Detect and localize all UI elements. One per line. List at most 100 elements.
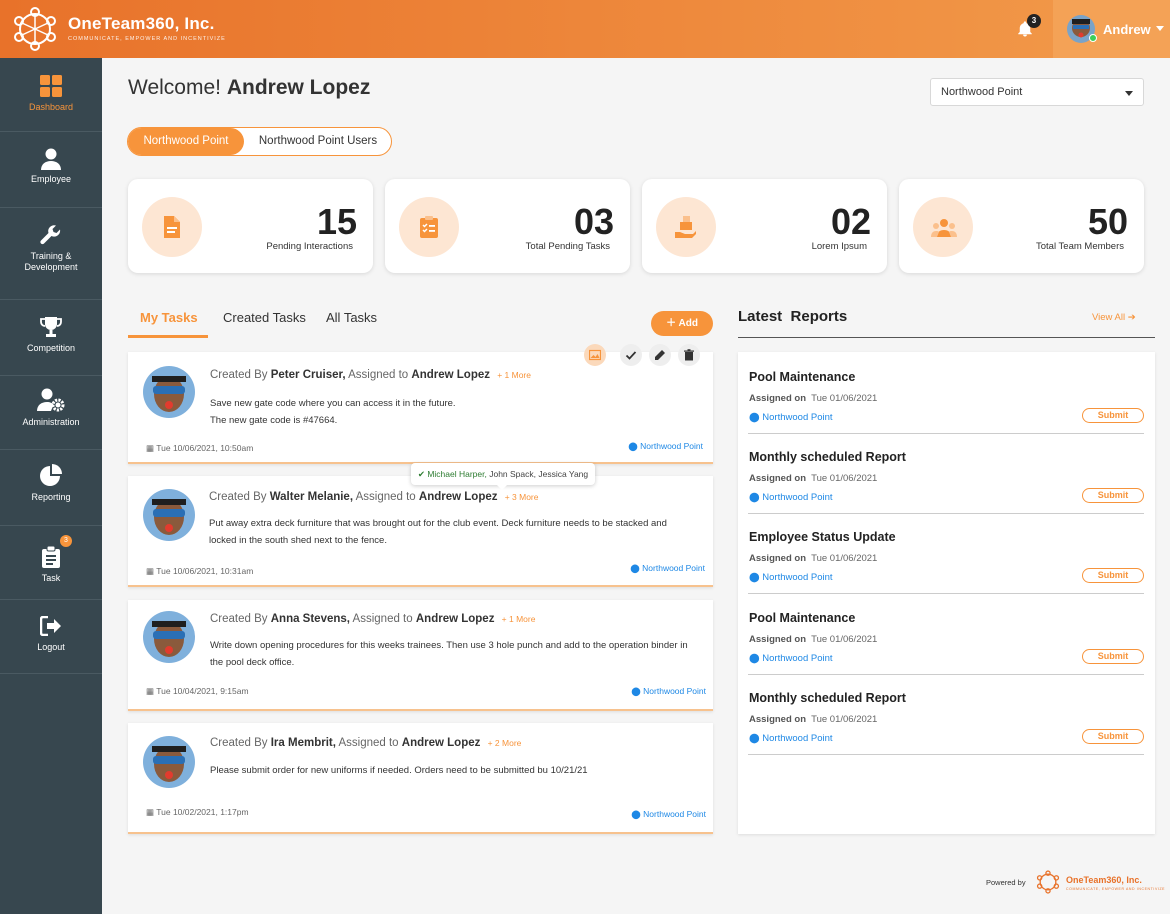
report-item[interactable]: Employee Status Update Assigned on Tue 0… (748, 514, 1144, 594)
sidebar-item-competition[interactable]: Competition (0, 300, 102, 376)
more-assignees-label: 2 More (494, 738, 522, 748)
report-item[interactable]: Monthly scheduled Report Assigned on Tue… (748, 675, 1144, 755)
tab-all-tasks[interactable]: All Tasks (326, 310, 377, 325)
task-assignee: Andrew Lopez (415, 613, 495, 625)
more-assignees-link[interactable]: + 3 More (505, 492, 539, 502)
delete-task-button[interactable] (678, 344, 700, 366)
tab-my-tasks[interactable]: My Tasks (140, 310, 198, 325)
reports-title: Latest Reports (738, 308, 848, 325)
more-assignees-link[interactable]: + 2 More (488, 738, 522, 748)
calendar-icon: ▦ (146, 807, 157, 817)
sidebar-item-logout[interactable]: Logout (0, 600, 102, 674)
report-assigned-date: Tue 01/06/2021 (811, 393, 878, 404)
report-location[interactable]: ⬤ Northwood Point (749, 653, 833, 664)
report-item[interactable]: Monthly scheduled Report Assigned on Tue… (748, 434, 1144, 514)
task-location[interactable]: ⬤ Northwood Point (631, 686, 706, 697)
submit-report-button[interactable]: Submit (1082, 488, 1144, 503)
view-all-link[interactable]: View All ➔ (1092, 312, 1136, 323)
sidebar-item-dashboard[interactable]: Dashboard (0, 58, 102, 132)
task-location[interactable]: ⬤ Northwood Point (631, 809, 706, 820)
segment-location[interactable]: Northwood Point (128, 128, 244, 155)
sidebar-item-employee[interactable]: Employee (0, 132, 102, 208)
trophy-icon (40, 317, 62, 337)
submit-report-button[interactable]: Submit (1082, 568, 1144, 583)
sidebar-item-administration[interactable]: Administration (0, 376, 102, 450)
avatar (143, 489, 195, 541)
more-assignees-link[interactable]: + 1 More (497, 370, 531, 380)
task-created-by-prefix: Created By (210, 369, 268, 381)
chevron-down-icon (1125, 91, 1133, 96)
stat-card-lorem-ipsum[interactable]: 02 Lorem Ipsum (642, 179, 887, 273)
report-assigned-date: Tue 01/06/2021 (811, 714, 878, 725)
oneteam-logo[interactable] (12, 6, 58, 52)
task-location[interactable]: ⬤ Northwood Point (630, 563, 705, 574)
task-location[interactable]: ⬤ Northwood Point (628, 441, 703, 452)
location-pin-icon: ⬤ (628, 441, 641, 451)
calendar-icon: ▦ (146, 566, 157, 576)
location-pin-icon: ⬤ (749, 412, 763, 423)
report-assigned-label: Assigned on (749, 634, 807, 645)
wrench-icon (40, 225, 61, 245)
task-card[interactable]: Created By Anna Stevens, Assigned to And… (128, 600, 713, 711)
report-item[interactable]: Pool Maintenance Assigned on Tue 01/06/2… (748, 595, 1144, 675)
task-description: Please submit order for new uniforms if … (210, 765, 588, 776)
sidebar-item-training[interactable]: Training & Development (0, 208, 102, 300)
task-location-text: Northwood Point (643, 809, 706, 819)
location-pin-icon: ⬤ (749, 572, 763, 583)
hand-boxes-icon (675, 216, 696, 238)
report-item[interactable]: Pool Maintenance Assigned on Tue 01/06/2… (748, 354, 1144, 434)
report-assigned: Assigned on Tue 01/06/2021 (749, 473, 877, 484)
submit-report-button[interactable]: Submit (1082, 649, 1144, 664)
submit-report-button[interactable]: Submit (1082, 408, 1144, 423)
task-description: Save new gate code where you can access … (210, 398, 456, 426)
task-created-by-prefix: Created By (210, 613, 268, 625)
image-icon (589, 349, 601, 361)
sidebar-item-task[interactable]: 3 Task (0, 526, 102, 600)
task-header: Created By Peter Cruiser, Assigned to An… (210, 369, 531, 381)
complete-task-button[interactable] (620, 344, 642, 366)
stat-value: 03 (573, 201, 614, 242)
report-location-text: Northwood Point (762, 412, 833, 423)
image-action-button[interactable] (584, 344, 606, 366)
add-task-label: Add (678, 318, 698, 329)
report-location[interactable]: ⬤ Northwood Point (749, 572, 833, 583)
segment-location-users[interactable]: Northwood Point Users (244, 128, 392, 155)
task-card[interactable]: Created By Peter Cruiser, Assigned to An… (128, 352, 713, 464)
task-date: ▦ Tue 10/04/2021, 9:15am (146, 686, 249, 697)
report-location[interactable]: ⬤ Northwood Point (749, 733, 833, 744)
submit-report-button[interactable]: Submit (1082, 729, 1144, 744)
reports-divider (738, 337, 1155, 338)
location-select[interactable]: Northwood Point (930, 78, 1144, 106)
task-header: Created By Anna Stevens, Assigned to And… (210, 613, 535, 625)
user-menu[interactable]: Andrew (1053, 0, 1170, 58)
stat-value: 15 (316, 201, 357, 242)
task-card[interactable]: Created By Walter Melanie, Assigned to A… (128, 476, 713, 587)
team-icon (931, 219, 957, 237)
stat-card-team-members[interactable]: 50 Total Team Members (899, 179, 1144, 273)
sidebar-item-reporting[interactable]: Reporting (0, 450, 102, 526)
task-card[interactable]: Created By Ira Membrit, Assigned to Andr… (128, 723, 713, 834)
edit-task-button[interactable] (649, 344, 671, 366)
task-assignee: Andrew Lopez (401, 737, 481, 749)
stat-card-pending-tasks[interactable]: 03 Total Pending Tasks (385, 179, 630, 273)
stat-icon-circle (913, 197, 973, 257)
tab-created-tasks[interactable]: Created Tasks (223, 310, 306, 325)
location-select-value: Northwood Point (941, 86, 1023, 98)
pencil-icon (655, 350, 665, 360)
online-status-dot (1089, 34, 1097, 42)
footer-brand-name: OneTeam360, Inc. (1066, 875, 1142, 885)
more-assignees-link[interactable]: + 1 More (502, 614, 536, 624)
stat-label: Total Team Members (1036, 241, 1124, 252)
task-location-text: Northwood Point (640, 441, 703, 451)
sidebar: Dashboard Employee Training & Developmen… (0, 58, 102, 914)
task-creator: Anna Stevens, (270, 613, 350, 625)
add-task-button[interactable]: ＋ Add (651, 311, 713, 336)
report-assigned-label: Assigned on (749, 553, 807, 564)
stat-card-pending-interactions[interactable]: 15 Pending Interactions (128, 179, 373, 273)
trash-icon (684, 349, 694, 361)
report-location[interactable]: ⬤ Northwood Point (749, 412, 833, 423)
admin-gear-icon (37, 388, 65, 412)
task-date: ▦ Tue 10/02/2021, 1:17pm (146, 807, 249, 818)
sidebar-item-label: Logout (37, 642, 65, 652)
report-location[interactable]: ⬤ Northwood Point (749, 492, 833, 503)
